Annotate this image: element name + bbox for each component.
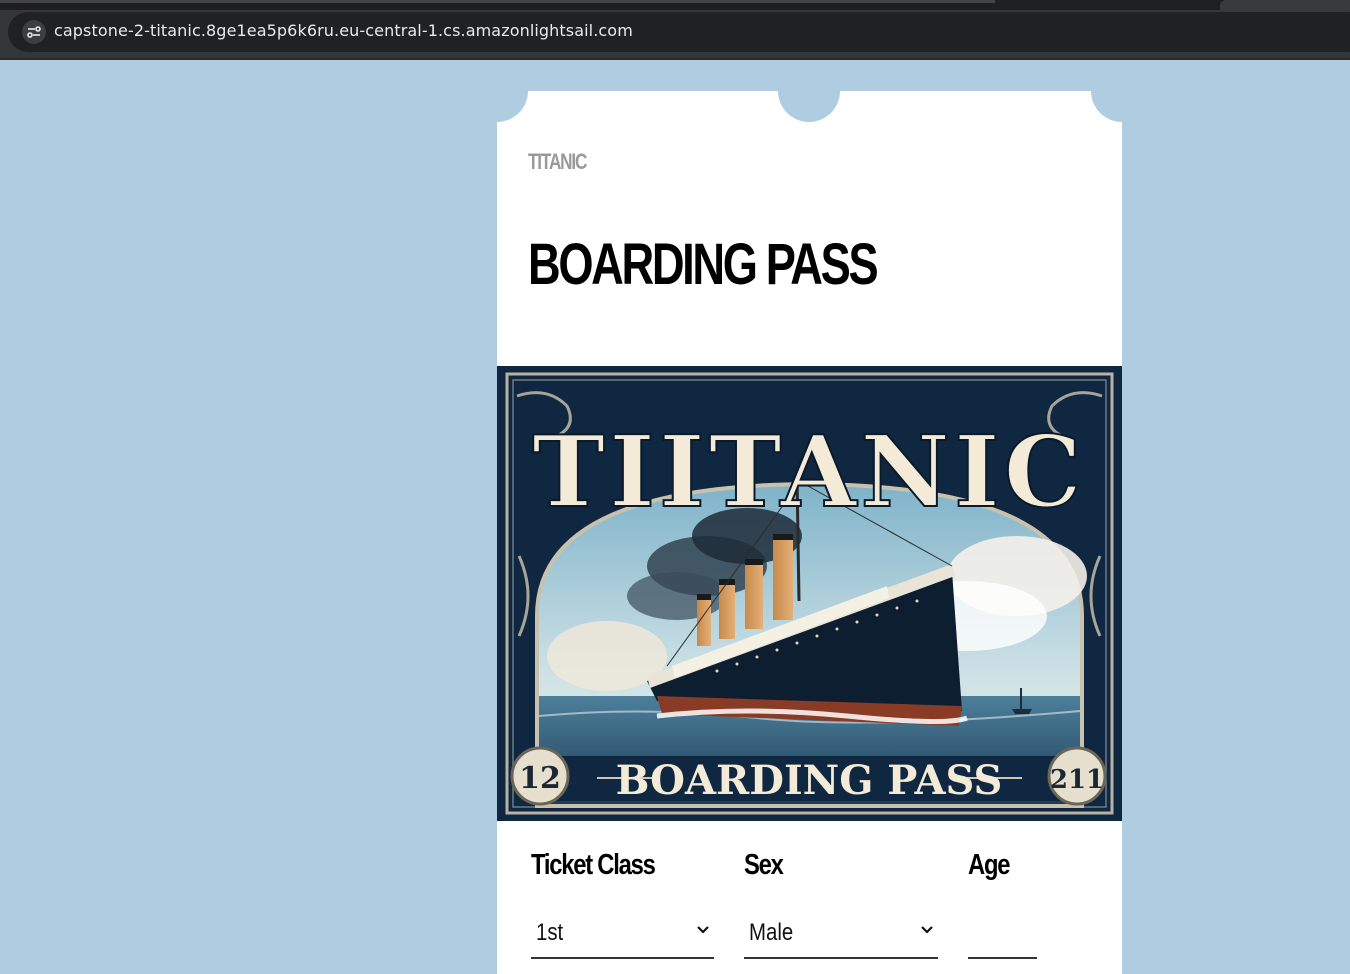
url-text[interactable]: capstone-2-titanic.8ge1ea5p6k6ru.eu-cent…	[54, 21, 633, 40]
poster-badge-left: 12	[519, 761, 561, 796]
sex-value: Male	[749, 919, 794, 946]
boarding-pass-card: TITANIC BOARDING PASS TIITANIC BOARDING …	[466, 60, 1153, 974]
chevron-down-icon	[921, 926, 933, 934]
address-bar[interactable]: capstone-2-titanic.8ge1ea5p6k6ru.eu-cent…	[8, 12, 1350, 52]
ticket-class-select[interactable]: 1st	[531, 911, 714, 959]
sex-select[interactable]: Male	[744, 911, 938, 959]
age-label: Age	[968, 849, 1010, 881]
browser-toolbar: capstone-2-titanic.8ge1ea5p6k6ru.eu-cent…	[0, 10, 1350, 60]
ticket-notch	[1091, 60, 1153, 122]
passenger-form: Ticket Class 1st Sex Male Age	[497, 821, 1122, 974]
sex-label: Sex	[744, 849, 784, 881]
chevron-down-icon	[697, 926, 709, 934]
site-info-icon[interactable]	[22, 20, 46, 44]
poster-heading: TIITANIC	[532, 415, 1086, 530]
ticket-class-label: Ticket Class	[531, 849, 656, 881]
ticket-notch	[466, 60, 528, 122]
page-title: BOARDING PASS	[528, 232, 879, 297]
tab-strip	[0, 0, 1350, 10]
age-input[interactable]	[968, 911, 1037, 959]
poster-footer: BOARDING PASS	[616, 757, 1003, 804]
titanic-poster-image: TIITANIC BOARDING PASS 12 211	[497, 366, 1122, 821]
tab-strip-edge	[0, 0, 995, 3]
poster-badge-right: 211	[1050, 765, 1104, 795]
brand-label: TITANIC	[528, 149, 587, 174]
ticket-class-value: 1st	[536, 919, 564, 946]
ticket-notch	[778, 60, 840, 122]
new-tab-area[interactable]	[1220, 0, 1350, 10]
